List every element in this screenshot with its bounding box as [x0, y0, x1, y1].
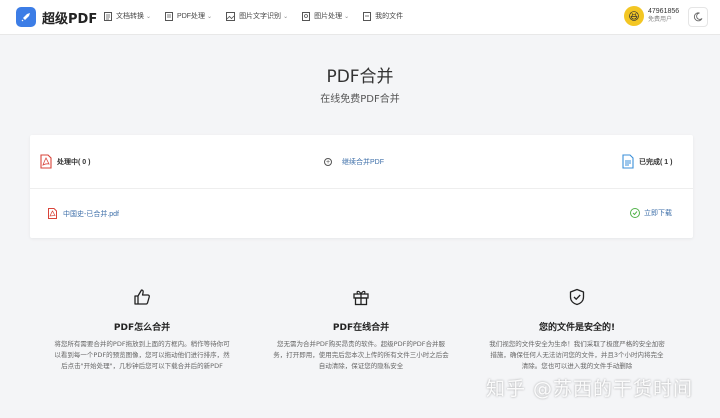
- my-files-icon: [363, 11, 372, 21]
- merged-file-link[interactable]: 中国史-已合并.pdf: [48, 208, 119, 219]
- processing-label: 处理中( 0 ): [57, 158, 91, 166]
- thumbs-up-icon: [134, 289, 150, 305]
- top-navigation-bar: 超级PDF 文档转换 ⌄ PDF处理 ⌄ 图片文字识别 ⌄ 图片处理 ⌄ 我的文…: [0, 0, 720, 35]
- continue-merge-label: 继续合并PDF: [342, 159, 384, 166]
- feature-description: 您无需为合并PDF购买昂贵的软件。超级PDF的PDF合并服务，打开即用，使用完后…: [273, 340, 449, 370]
- feature-title: PDF怎么合并: [113, 323, 171, 333]
- page-title: PDF合并: [326, 67, 394, 87]
- document-convert-icon: [104, 11, 112, 21]
- completed-label: 已完成( 1 ): [639, 158, 673, 166]
- brand-logo[interactable]: 超级PDF: [16, 7, 97, 27]
- chevron-down-icon: ⌄: [146, 13, 152, 20]
- avatar: 😆: [624, 6, 644, 26]
- nav-item-pdf-process[interactable]: PDF处理 ⌄: [165, 11, 212, 21]
- chevron-down-icon: ⌄: [283, 13, 289, 20]
- moon-icon: [693, 12, 703, 22]
- continue-merge-button[interactable]: + 继续合并PDF: [324, 157, 384, 167]
- feature-how-to-merge: PDF怎么合并 将您所有需要合并的PDF拖放到上面的方框内。稍作等待你可以看到每…: [47, 288, 237, 372]
- shield-check-icon: [569, 288, 585, 306]
- feature-title: 您的文件是安全的!: [538, 323, 616, 333]
- nav-item-image-ocr[interactable]: 图片文字识别 ⌄: [226, 11, 288, 21]
- user-menu[interactable]: 😆 47961856 免费用户: [624, 6, 679, 26]
- merged-file-name: 中国史-已合并.pdf: [63, 210, 120, 218]
- theme-toggle-button[interactable]: [688, 7, 708, 27]
- image-process-icon: [302, 11, 311, 21]
- gift-icon: [353, 290, 369, 306]
- page-subtitle: 在线免费PDF合并: [320, 94, 400, 105]
- nav-item-label: 文档转换: [116, 13, 144, 20]
- user-info: 47961856 免费用户: [648, 7, 679, 25]
- nav-item-document-convert[interactable]: 文档转换 ⌄: [104, 11, 151, 21]
- user-id: 47961856: [648, 8, 680, 15]
- plus-circle-icon: +: [324, 158, 332, 166]
- user-role: 免费用户: [648, 17, 673, 23]
- feature-file-security: 您的文件是安全的! 我们视您的文件安全为生命！我们采取了极度严格的安全加密措施，…: [482, 288, 672, 372]
- document-done-icon: [622, 154, 634, 169]
- main-nav: 文档转换 ⌄ PDF处理 ⌄ 图片文字识别 ⌄ 图片处理 ⌄ 我的文件: [104, 11, 417, 21]
- brand-name: 超级PDF: [42, 11, 98, 27]
- check-circle-icon: [630, 208, 640, 218]
- nav-item-label: 我的文件: [375, 13, 404, 20]
- card-header: 处理中( 0 ) + 继续合并PDF 已完成( 1 ): [30, 135, 693, 189]
- zhihu-watermark: 知乎 @苏西的干货时间: [486, 378, 694, 400]
- chevron-down-icon: ⌄: [344, 13, 350, 20]
- feature-description: 将您所有需要合并的PDF拖放到上面的方框内。稍作等待你可以看到每一个PDF的预览…: [54, 340, 230, 370]
- nav-item-image-process[interactable]: 图片处理 ⌄: [302, 11, 349, 21]
- nav-item-label: PDF处理: [177, 13, 206, 20]
- pdf-file-icon: [40, 154, 52, 169]
- feature-description: 我们视您的文件安全为生命！我们采取了极度严格的安全加密措施，确保任何人无法访问您…: [489, 340, 665, 370]
- nav-item-my-files[interactable]: 我的文件: [363, 11, 403, 21]
- rocket-icon: [16, 7, 36, 27]
- completed-status: 已完成( 1 ): [622, 154, 672, 169]
- chevron-down-icon: ⌄: [207, 13, 213, 20]
- download-label: 立即下载: [644, 210, 672, 217]
- feature-online-merge: PDF在线合并 您无需为合并PDF购买昂贵的软件。超级PDF的PDF合并服务，打…: [266, 288, 456, 372]
- nav-item-label: 图片文字识别: [239, 13, 282, 20]
- download-now-button[interactable]: 立即下载: [630, 208, 672, 218]
- pdf-file-icon: [48, 208, 57, 219]
- nav-item-label: 图片处理: [314, 13, 343, 20]
- feature-title: PDF在线合并: [332, 323, 390, 333]
- merge-result-card: 处理中( 0 ) + 继续合并PDF 已完成( 1 ) 中国史-已合并.pdf …: [30, 135, 693, 238]
- pdf-process-icon: [165, 11, 174, 21]
- image-ocr-icon: [226, 11, 236, 21]
- processing-status: 处理中( 0 ): [40, 154, 90, 169]
